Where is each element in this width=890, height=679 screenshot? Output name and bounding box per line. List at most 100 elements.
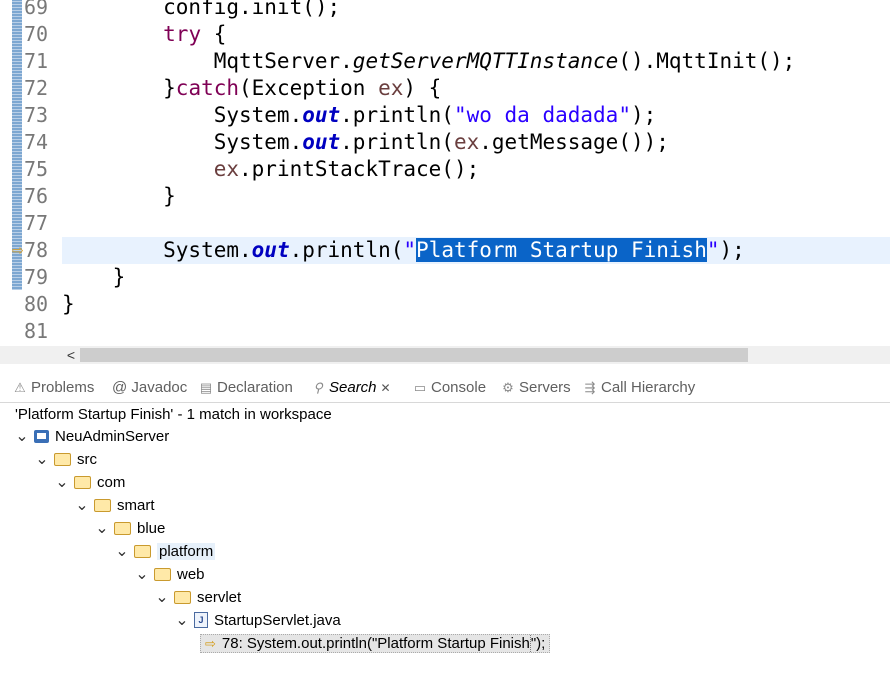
tree-item-startupservlet-java[interactable]: ⌄ J StartupServlet.java xyxy=(174,610,340,632)
code-token: System. xyxy=(62,238,252,262)
folder-icon xyxy=(174,590,191,604)
tab-label: Console xyxy=(431,379,487,396)
code-token: ex xyxy=(213,157,240,181)
declaration-icon: ▤ xyxy=(199,380,213,395)
chevron-down-icon[interactable]: ⌄ xyxy=(54,472,70,494)
code-token: out xyxy=(302,130,341,154)
match-prefix: 78: System.out.println(" xyxy=(221,635,378,652)
scrollbar-thumb[interactable] xyxy=(80,348,748,362)
tree-item-label: src xyxy=(77,451,97,468)
chevron-down-icon[interactable]: ⌄ xyxy=(174,610,190,632)
code-token: .println( xyxy=(340,103,454,127)
code-token: config.init(); xyxy=(62,0,341,19)
scroll-left-arrow-icon[interactable]: < xyxy=(62,346,80,364)
tree-item-com[interactable]: ⌄ com xyxy=(54,472,125,494)
chevron-down-icon[interactable]: ⌄ xyxy=(154,587,170,609)
code-token: (Exception xyxy=(239,76,379,100)
code-token: try xyxy=(163,22,202,46)
code-token: ().MqttInit(); xyxy=(618,49,796,73)
folder-icon xyxy=(114,521,131,535)
chevron-down-icon[interactable]: ⌄ xyxy=(134,564,150,586)
tab-problems[interactable]: ⚠ Problems xyxy=(12,374,94,402)
tab-call-hierarchy[interactable]: ⇶ Call Hierarchy xyxy=(582,374,696,402)
code-token: out xyxy=(302,103,341,127)
chevron-down-icon[interactable]: ⌄ xyxy=(14,426,30,448)
code-line[interactable] xyxy=(0,318,890,345)
match-arrow-icon: ⇨ xyxy=(205,636,216,651)
code-line[interactable]: System.out.println("wo da dadada"); xyxy=(0,102,890,129)
tree-item-neuadminserver[interactable]: ⌄ NeuAdminServer xyxy=(14,426,169,448)
code-line[interactable]: MqttServer.getServerMQTTInstance().MqttI… xyxy=(0,48,890,75)
code-token: } xyxy=(62,292,75,316)
code-token: " xyxy=(706,238,720,262)
servers-icon: ⚙ xyxy=(502,380,514,395)
code-line[interactable]: ex.printStackTrace(); xyxy=(0,156,890,183)
tree-item-servlet[interactable]: ⌄ servlet xyxy=(154,587,241,609)
tab-label: @ Javadoc xyxy=(112,379,188,396)
code-line[interactable]: } xyxy=(0,183,890,210)
tab-console[interactable]: ▭ Console xyxy=(412,374,486,402)
code-line[interactable]: }catch(Exception ex) { xyxy=(0,75,890,102)
tree-item-src[interactable]: ⌄ src xyxy=(34,449,97,471)
tree-item-label: NeuAdminServer xyxy=(55,428,170,445)
code-line[interactable]: } xyxy=(0,291,890,318)
code-token: catch xyxy=(175,76,240,100)
code-token: out xyxy=(251,238,290,262)
code-editor[interactable]: 69 config.init(); 70 try {71 MqttServer.g… xyxy=(0,0,890,346)
tree-item-label: smart xyxy=(117,497,155,514)
code-line[interactable]: System.out.println(ex.getMessage()); xyxy=(0,129,890,156)
code-line[interactable] xyxy=(0,210,890,237)
code-line[interactable]: } xyxy=(0,264,890,291)
tree-item-web[interactable]: ⌄ web xyxy=(134,564,204,586)
tree-item-label: blue xyxy=(137,520,166,537)
close-icon[interactable]: ✕ xyxy=(381,381,391,395)
code-token: " xyxy=(403,238,417,262)
code-token: } xyxy=(62,265,126,289)
code-token: ); xyxy=(630,103,657,127)
code-line[interactable]: config.init(); xyxy=(0,0,890,21)
tree-item-label: platform xyxy=(157,543,216,560)
tab-label: Search xyxy=(329,379,377,396)
code-token: MqttServer. xyxy=(62,49,353,73)
tree-item-label: com xyxy=(97,474,126,491)
tab-javadoc[interactable]: @ Javadoc xyxy=(112,374,187,402)
chevron-down-icon[interactable]: ⌄ xyxy=(34,449,50,471)
code-line[interactable]: System.out.println("Platform Startup Fin… xyxy=(0,237,890,264)
tab-servers[interactable]: ⚙ Servers xyxy=(500,374,571,402)
search-match-row[interactable]: ⇨ 78: System.out.println("Platform Startu… xyxy=(200,633,551,655)
folder-icon xyxy=(54,452,71,466)
code-token: .printStackTrace(); xyxy=(239,157,480,181)
tab-label: Servers xyxy=(519,379,571,396)
tree-item-blue[interactable]: ⌄ blue xyxy=(94,518,165,540)
tab-label: Call Hierarchy xyxy=(601,379,696,396)
editor-horizontal-scrollbar[interactable]: < xyxy=(0,346,890,364)
code-token: getServerMQTTInstance xyxy=(352,49,619,73)
search-summary: 'Platform Startup Finish' - 1 match in w… xyxy=(15,406,332,423)
code-token: "wo da dadada" xyxy=(453,103,631,127)
code-token: System. xyxy=(62,130,303,154)
search-icon: ⚲ xyxy=(313,380,323,395)
code-token: ex xyxy=(378,76,404,100)
tab-search[interactable]: ⚲ Search ✕ xyxy=(310,374,391,402)
tree-item-smart[interactable]: ⌄ smart xyxy=(74,495,155,517)
match-term: Platform Startup Finish xyxy=(377,635,531,652)
tab-label: Declaration xyxy=(217,379,293,396)
problems-icon: ⚠ xyxy=(14,380,26,395)
java-file-icon: J xyxy=(194,612,208,629)
chevron-down-icon[interactable]: ⌄ xyxy=(114,541,130,563)
chevron-down-icon[interactable]: ⌄ xyxy=(94,518,110,540)
tab-declaration[interactable]: ▤ Declaration xyxy=(198,374,293,402)
tree-item-platform[interactable]: ⌄ platform xyxy=(114,541,216,563)
selected-text: Platform Startup Finish xyxy=(416,238,707,262)
console-icon: ▭ xyxy=(413,380,427,395)
folder-icon xyxy=(154,567,171,581)
chevron-down-icon[interactable]: ⌄ xyxy=(74,495,90,517)
code-token: ex xyxy=(453,130,480,154)
code-token: System. xyxy=(62,103,303,127)
code-token: } xyxy=(62,184,176,208)
match-suffix: "); xyxy=(530,635,546,652)
folder-icon xyxy=(134,544,151,558)
code-line[interactable]: try { xyxy=(0,21,890,48)
